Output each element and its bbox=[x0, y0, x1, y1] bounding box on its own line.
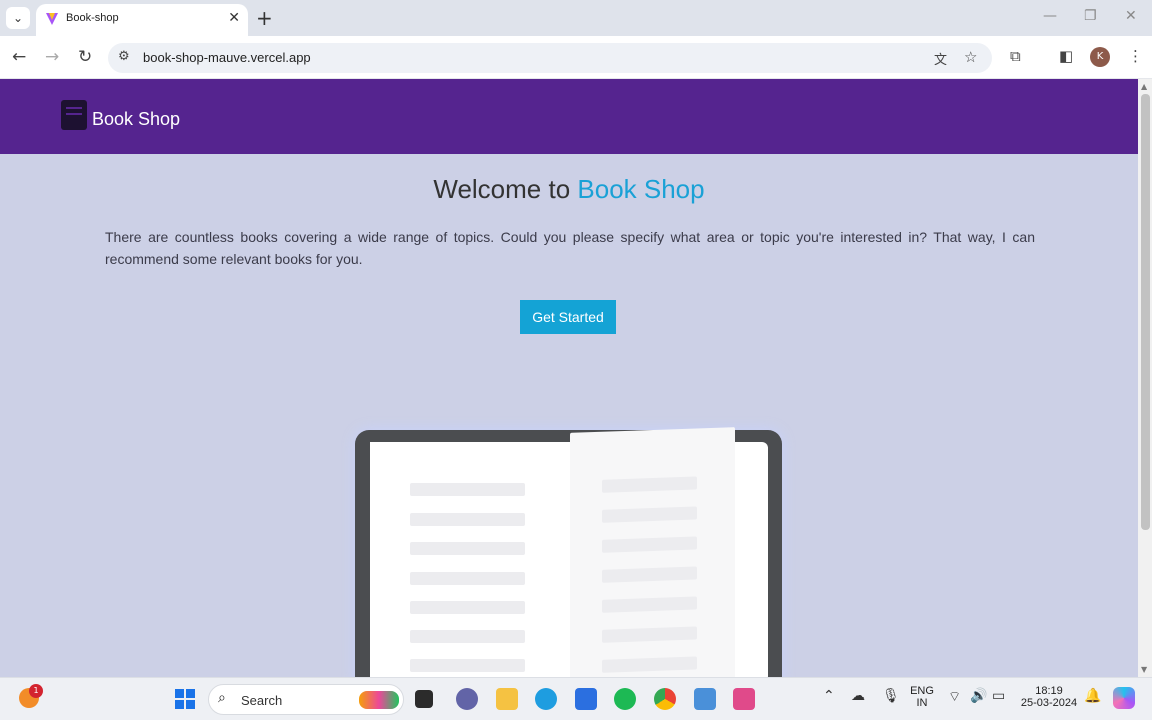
text-line-placeholder bbox=[410, 542, 525, 555]
snipping-tool-icon[interactable] bbox=[733, 688, 755, 710]
tab-title: Book-shop bbox=[66, 12, 119, 24]
language-code: ENG bbox=[910, 685, 934, 697]
reload-icon[interactable]: ↻ bbox=[78, 47, 92, 67]
browser-tab-bar: ⌄ Book-shop ✕ + — ❐ ✕ bbox=[0, 0, 1152, 36]
vite-favicon-icon bbox=[45, 11, 59, 25]
book-left-page bbox=[370, 442, 570, 677]
text-line-placeholder bbox=[410, 659, 525, 672]
text-line-placeholder bbox=[602, 626, 697, 643]
show-hidden-icons-icon[interactable]: ⌃ bbox=[823, 688, 835, 704]
text-line-placeholder bbox=[410, 513, 525, 526]
onedrive-icon[interactable]: ☁ bbox=[851, 688, 865, 704]
battery-icon[interactable]: ▭ bbox=[992, 688, 1005, 704]
scrollbar-thumb[interactable] bbox=[1141, 94, 1150, 530]
scroll-down-icon[interactable]: ▼ bbox=[1141, 665, 1147, 674]
wifi-icon[interactable]: ⌔ bbox=[948, 688, 961, 706]
page-title: Welcome to Book Shop bbox=[0, 174, 1138, 205]
edge-icon[interactable] bbox=[535, 688, 557, 710]
file-explorer-icon[interactable] bbox=[496, 688, 518, 710]
microphone-icon[interactable]: 🎙 bbox=[882, 688, 900, 704]
text-line-placeholder bbox=[602, 506, 697, 523]
task-view-icon[interactable] bbox=[415, 690, 433, 708]
text-line-placeholder bbox=[410, 601, 525, 614]
notification-badge: 1 bbox=[29, 684, 43, 698]
os-taskbar: 1 ⌕ Search ⌃ ☁ 🎙 ENG IN ⌔ 🔊 ▭ 18:19 25-0… bbox=[0, 677, 1152, 720]
windows-start-icon[interactable] bbox=[175, 689, 195, 709]
taskbar-search[interactable]: ⌕ Search bbox=[208, 684, 404, 715]
close-window-button[interactable]: ✕ bbox=[1125, 8, 1137, 24]
chrome-icon[interactable] bbox=[654, 688, 676, 710]
translate-icon[interactable]: 文 bbox=[934, 49, 947, 68]
search-icon: ⌕ bbox=[218, 690, 226, 706]
tab-close-icon[interactable]: ✕ bbox=[228, 10, 240, 26]
page-viewport: Book Shop Welcome to Book Shop There are… bbox=[0, 79, 1138, 677]
clock[interactable]: 18:19 25-03-2024 bbox=[1016, 685, 1082, 709]
text-line-placeholder bbox=[410, 572, 525, 585]
text-line-placeholder bbox=[602, 566, 697, 583]
book-right-page bbox=[570, 427, 735, 677]
side-panel-icon[interactable]: ◧ bbox=[1059, 47, 1073, 65]
brand-name[interactable]: Book Shop bbox=[92, 109, 180, 130]
scroll-up-icon[interactable]: ▲ bbox=[1141, 82, 1147, 91]
new-tab-button[interactable]: + bbox=[256, 6, 273, 30]
site-info-icon[interactable]: ⚙ bbox=[118, 49, 130, 64]
spotify-icon[interactable] bbox=[614, 688, 636, 710]
search-placeholder: Search bbox=[241, 693, 283, 708]
clock-date: 25-03-2024 bbox=[1020, 697, 1078, 709]
notification-bell-icon[interactable]: 🔔 bbox=[1084, 688, 1101, 704]
site-navbar: Book Shop bbox=[0, 79, 1138, 154]
extensions-icon[interactable]: ⧉ bbox=[1010, 47, 1021, 65]
back-arrow-icon[interactable]: ← bbox=[12, 47, 26, 67]
browser-menu-icon[interactable]: ⋮ bbox=[1128, 47, 1143, 65]
language-indicator[interactable]: ENG IN bbox=[906, 685, 938, 709]
welcome-prefix: Welcome to bbox=[433, 174, 578, 204]
search-highlight-icon bbox=[359, 691, 399, 709]
notepad-icon[interactable] bbox=[694, 688, 716, 710]
volume-icon[interactable]: 🔊 bbox=[970, 688, 987, 704]
url-text[interactable]: book-shop-mauve.vercel.app bbox=[143, 50, 311, 65]
text-line-placeholder bbox=[602, 656, 697, 673]
forward-arrow-icon[interactable]: → bbox=[45, 47, 59, 67]
profile-avatar[interactable]: K bbox=[1090, 47, 1110, 67]
clock-time: 18:19 bbox=[1035, 685, 1063, 697]
browser-tab-active[interactable]: Book-shop ✕ bbox=[36, 4, 248, 36]
language-region: IN bbox=[916, 697, 928, 709]
tab-search-button[interactable]: ⌄ bbox=[6, 7, 30, 29]
text-line-placeholder bbox=[410, 630, 525, 643]
book-icon[interactable] bbox=[61, 100, 87, 130]
store-icon[interactable] bbox=[575, 688, 597, 710]
text-line-placeholder bbox=[602, 476, 697, 493]
text-line-placeholder bbox=[602, 536, 697, 553]
copilot-icon[interactable] bbox=[1113, 687, 1135, 709]
meet-icon[interactable] bbox=[456, 688, 478, 710]
bookmark-star-icon[interactable]: ☆ bbox=[964, 48, 977, 66]
get-started-button[interactable]: Get Started bbox=[520, 300, 616, 334]
laptop-illustration bbox=[355, 427, 782, 677]
intro-description: There are countless books covering a wid… bbox=[105, 229, 1035, 267]
minimize-button[interactable]: — bbox=[1043, 8, 1057, 24]
laptop-screen bbox=[370, 427, 768, 677]
text-line-placeholder bbox=[410, 483, 525, 496]
text-line-placeholder bbox=[602, 596, 697, 613]
welcome-accent: Book Shop bbox=[577, 174, 705, 204]
address-bar[interactable]: ⚙ book-shop-mauve.vercel.app 文 ☆ bbox=[108, 43, 992, 73]
restore-button[interactable]: ❐ bbox=[1084, 8, 1097, 24]
